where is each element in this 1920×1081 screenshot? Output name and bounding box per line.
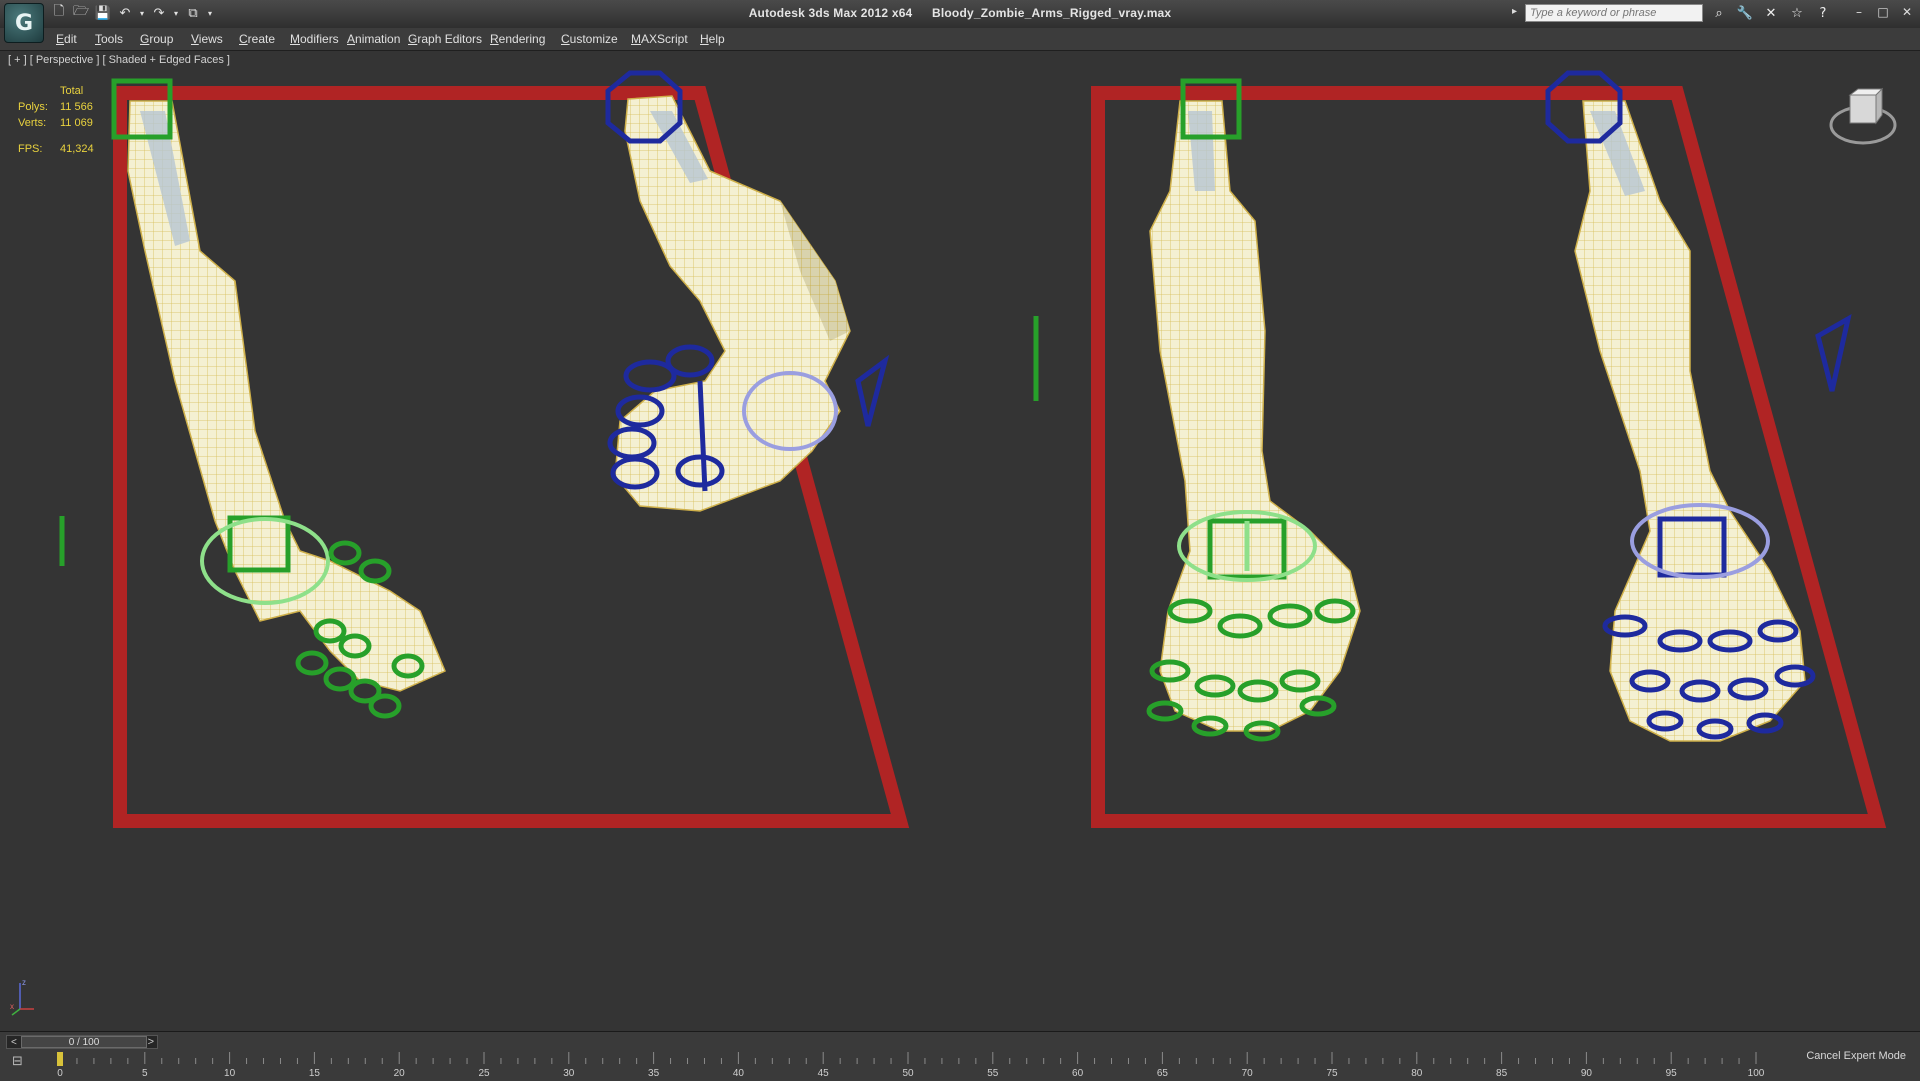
- subscription-icon[interactable]: ✕: [1762, 4, 1780, 22]
- window-controls: – □ ✕: [1850, 4, 1916, 20]
- file-name: Bloody_Zombie_Arms_Rigged_vray.max: [931, 6, 1172, 20]
- ruler-tick-label: 15: [309, 1068, 321, 1079]
- menu-edit[interactable]: Edit: [56, 32, 77, 46]
- project-folder-icon[interactable]: ⧉: [184, 4, 202, 22]
- search-input[interactable]: [1525, 4, 1703, 22]
- wrench-icon[interactable]: 🔧: [1736, 4, 1754, 22]
- menu-animation[interactable]: Animation: [347, 32, 400, 46]
- timeline-panel: < 0 / 100 > ⊟ 0 5 10 15 20 25 30 35 40 45 50 55 60 65…: [0, 1031, 1920, 1081]
- open-file-icon[interactable]: 🗁: [72, 4, 90, 22]
- redo-icon[interactable]: ↷: [150, 4, 168, 22]
- help-icon[interactable]: ?: [1814, 4, 1832, 22]
- maximize-icon[interactable]: □: [1874, 4, 1892, 20]
- menu-maxscript[interactable]: MAXScript: [631, 32, 688, 46]
- save-icon[interactable]: 💾: [94, 4, 112, 22]
- search-expand-icon[interactable]: ▸: [1512, 6, 1517, 17]
- time-slider-prev-arrow[interactable]: <: [11, 1037, 17, 1048]
- ruler-tick-label: 25: [478, 1068, 490, 1079]
- time-slider-thumb[interactable]: 0 / 100: [21, 1036, 147, 1048]
- ruler-tick-label: 65: [1157, 1068, 1169, 1079]
- quick-access-toolbar: 🗋 🗁 💾 ↶ ▾ ↷ ▾ ⧉ ▾: [50, 4, 214, 22]
- menu-tools[interactable]: Tools: [95, 32, 123, 46]
- ruler-tick-label: 35: [648, 1068, 660, 1079]
- ruler-tick-label: 0: [57, 1068, 63, 1079]
- ruler-tick-label: 85: [1496, 1068, 1508, 1079]
- ruler-tick-label: 30: [563, 1068, 575, 1079]
- ruler-tick-label: 10: [224, 1068, 236, 1079]
- menu-modifiers[interactable]: Modifiers: [290, 32, 339, 46]
- ruler-tick-label: 100: [1748, 1068, 1765, 1079]
- menu-rendering[interactable]: Rendering: [490, 32, 545, 46]
- axis-x-label: x: [10, 1002, 14, 1011]
- axis-z-label: z: [22, 978, 26, 987]
- ruler-tick-label: 5: [142, 1068, 148, 1079]
- ruler-tick-label: 50: [902, 1068, 914, 1079]
- trackbar-ruler[interactable]: 0 5 10 15 20 25 30 35 40 45 50 55 60 65 70 75 80 85 90 95 10…: [56, 1052, 1796, 1080]
- ruler-tick-label: 60: [1072, 1068, 1084, 1079]
- menu-help[interactable]: Help: [700, 32, 725, 46]
- star-icon[interactable]: ☆: [1788, 4, 1806, 22]
- new-file-icon[interactable]: 🗋: [50, 4, 68, 22]
- title-bar: G 🗋 🗁 💾 ↶ ▾ ↷ ▾ ⧉ ▾ Autodesk 3ds Max 201…: [0, 0, 1920, 43]
- ruler-tick-label: 45: [818, 1068, 830, 1079]
- binoculars-icon[interactable]: ⌕: [1710, 4, 1728, 22]
- menu-group[interactable]: Group: [140, 32, 173, 46]
- undo-dropdown-icon[interactable]: ▾: [138, 4, 146, 22]
- viewcube-icon[interactable]: [1828, 81, 1898, 151]
- axis-tripod-icon: z x: [10, 978, 34, 1016]
- redo-dropdown-icon[interactable]: ▾: [172, 4, 180, 22]
- menu-customize[interactable]: Customize: [561, 32, 618, 46]
- app-title: Autodesk 3ds Max 2012 x64: [748, 6, 913, 20]
- menu-bar: Edit Tools Group Views Create Modifiers …: [0, 28, 1920, 51]
- customize-dropdown-icon[interactable]: ▾: [206, 4, 214, 22]
- menu-graph-editors[interactable]: Graph Editors: [408, 32, 482, 46]
- application-menu-button[interactable]: G: [4, 3, 44, 43]
- mini-curve-editor-icon[interactable]: ⊟: [12, 1054, 36, 1074]
- ruler-tick-label: 75: [1326, 1068, 1338, 1079]
- scene-canvas[interactable]: [0, 51, 1920, 1031]
- ruler-tick-label: 80: [1411, 1068, 1423, 1079]
- current-frame-marker[interactable]: [57, 1052, 63, 1066]
- close-icon[interactable]: ✕: [1898, 4, 1916, 20]
- ruler-tick-label: 20: [394, 1068, 406, 1079]
- ruler-tick-label: 95: [1666, 1068, 1678, 1079]
- cancel-expert-mode-button[interactable]: Cancel Expert Mode: [1802, 1048, 1910, 1064]
- app-logo-icon: G: [14, 10, 34, 36]
- perspective-viewport[interactable]: [ + ] [ Perspective ] [ Shaded + Edged F…: [0, 51, 1920, 1031]
- time-slider-next-arrow[interactable]: >: [148, 1036, 154, 1048]
- menu-create[interactable]: Create: [239, 32, 275, 46]
- minimize-icon[interactable]: –: [1850, 4, 1868, 20]
- ruler-tick-label: 70: [1242, 1068, 1254, 1079]
- ruler-tick-label: 90: [1581, 1068, 1593, 1079]
- ruler-tick-label: 40: [733, 1068, 745, 1079]
- ruler-tick-label: 55: [987, 1068, 999, 1079]
- menu-views[interactable]: Views: [191, 32, 223, 46]
- undo-icon[interactable]: ↶: [116, 4, 134, 22]
- arm-mesh-right-green[interactable]: [1149, 100, 1361, 732]
- time-slider[interactable]: < 0 / 100 >: [6, 1035, 158, 1049]
- infocenter-toolbar: ⌕ 🔧 ✕ ☆ ?: [1710, 4, 1832, 22]
